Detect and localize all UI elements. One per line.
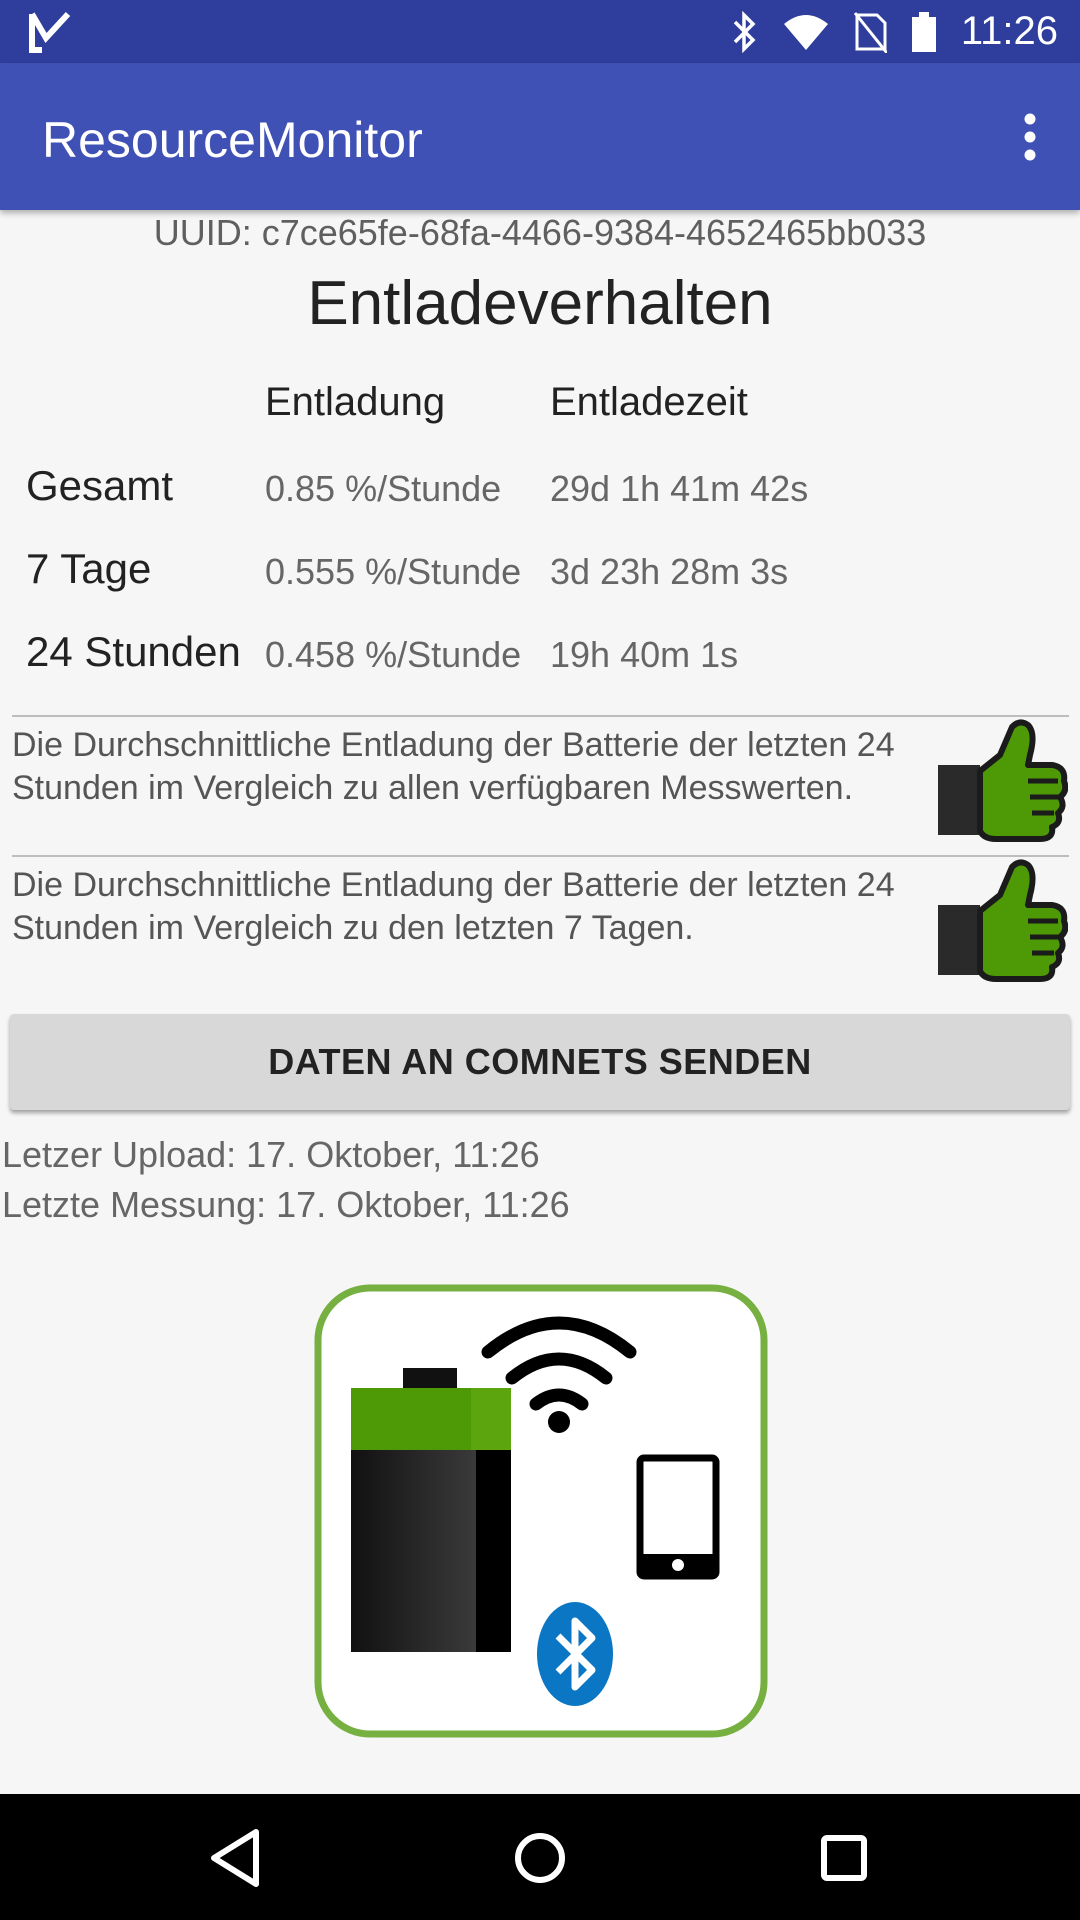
status-bar: 11:26 — [0, 0, 1080, 63]
thumbs-up-icon — [938, 719, 1068, 842]
rate-24-hours: 0.458 %/Stunde — [265, 634, 522, 675]
comparison-all-values: Die Durchschnittliche Entladung der Batt… — [12, 726, 895, 807]
rate-7-days: 0.555 %/Stunde — [265, 551, 522, 592]
row-label-24-hours: 24 Stunden — [26, 628, 241, 675]
time-24-hours: 19h 40m 1s — [550, 634, 739, 675]
rate-total: 0.85 %/Stunde — [265, 468, 502, 509]
column-header-discharge-time: Entladezeit — [550, 380, 748, 424]
recent-apps-icon[interactable] — [808, 1822, 880, 1894]
bluetooth-icon — [537, 1602, 613, 1706]
back-icon[interactable] — [200, 1822, 272, 1894]
time-7-days: 3d 23h 28m 3s — [550, 551, 789, 592]
wifi-status-icon — [783, 14, 828, 50]
no-sim-icon — [853, 11, 887, 53]
battery-status-icon — [911, 11, 936, 52]
column-header-discharge: Entladung — [265, 380, 446, 424]
page-title: Entladeverhalten — [307, 269, 773, 338]
status-clock: 11:26 — [960, 9, 1058, 53]
app-logo — [314, 1284, 768, 1738]
notification-check-icon — [29, 11, 71, 53]
overflow-menu-icon[interactable] — [1006, 107, 1054, 167]
divider — [12, 715, 1069, 717]
app-title: ResourceMonitor — [42, 112, 423, 168]
device-uuid: UUID: c7ce65fe-68fa-4466-9384-4652465bb0… — [153, 212, 927, 253]
smartphone-icon — [636, 1454, 720, 1580]
app-bar: ResourceMonitor — [0, 63, 1080, 210]
home-icon[interactable] — [504, 1822, 576, 1894]
navigation-bar — [0, 1794, 1080, 1920]
last-measurement-text: Letzte Messung: 17. Oktober, 11:26 — [2, 1184, 570, 1225]
row-label-7-days: 7 Tage — [26, 545, 152, 592]
time-total: 29d 1h 41m 42s — [550, 468, 809, 509]
thumbs-up-icon — [938, 859, 1068, 982]
last-upload-text: Letzer Upload: 17. Oktober, 11:26 — [2, 1134, 540, 1175]
divider — [12, 855, 1069, 857]
bluetooth-status-icon — [733, 10, 756, 53]
battery-icon — [351, 1368, 511, 1652]
comparison-7-days: Die Durchschnittliche Entladung der Batt… — [12, 866, 895, 947]
row-label-total: Gesamt — [26, 462, 174, 509]
send-data-button[interactable]: DATEN AN COMNETS SENDEN — [10, 1014, 1070, 1110]
